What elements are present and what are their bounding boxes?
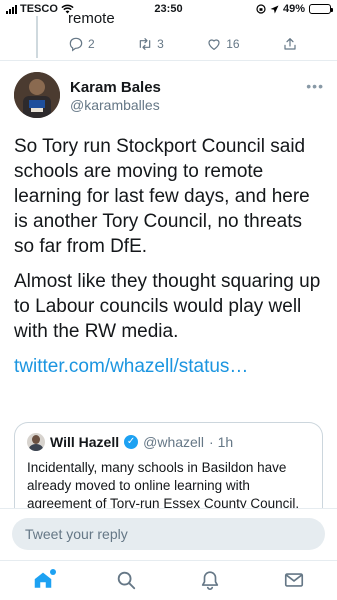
share-button[interactable]: [282, 36, 298, 52]
battery-icon: [309, 4, 333, 14]
quoted-tweet-header: Will Hazell ✓ @whazell · 1h: [27, 433, 233, 451]
thread-line: [36, 16, 38, 58]
retweet-icon: [139, 38, 151, 50]
previous-tweet-text: remote: [68, 10, 115, 27]
quoted-author-handle: @whazell: [143, 434, 205, 450]
reply-bar: Tweet your reply: [0, 508, 337, 560]
like-button[interactable]: 16: [206, 36, 240, 52]
verified-badge-icon: ✓: [124, 435, 139, 449]
previous-tweet[interactable]: remote 2 3 16: [0, 10, 337, 58]
status-right: 49%: [256, 3, 333, 15]
quoted-avatar: [27, 433, 45, 451]
quoted-tweet[interactable]: Will Hazell ✓ @whazell · 1h Incidentally…: [14, 422, 323, 522]
author-handle[interactable]: @karamballes: [70, 97, 160, 113]
unread-dot: [50, 569, 56, 575]
reply-icon: [69, 37, 83, 52]
reply-count: 2: [88, 37, 95, 51]
avatar-image: [14, 72, 60, 118]
search-icon: [117, 571, 136, 590]
heart-icon: [208, 39, 220, 50]
tweet-paragraph: So Tory run Stockport Council said schoo…: [14, 136, 310, 257]
tweet-author: Karam Bales @karamballes •••: [14, 72, 324, 118]
quoted-tweet-text: Incidentally, many schools in Basildon h…: [27, 460, 300, 511]
tab-home[interactable]: [32, 569, 56, 593]
tab-messages[interactable]: [283, 569, 307, 593]
retweet-count: 3: [157, 37, 164, 51]
author-name[interactable]: Karam Bales: [70, 79, 161, 96]
tweet-link[interactable]: twitter.com/whazell/status…: [14, 354, 326, 379]
like-count: 16: [226, 37, 240, 51]
reply-input[interactable]: Tweet your reply: [12, 518, 325, 550]
share-icon: [284, 38, 296, 50]
tweet-body: So Tory run Stockport Council said schoo…: [14, 134, 326, 389]
quoted-author-name: Will Hazell: [50, 434, 120, 450]
tab-notifications[interactable]: [199, 569, 223, 593]
battery-percent: 49%: [282, 3, 305, 15]
location-icon: [270, 5, 279, 13]
retweet-button[interactable]: 3: [137, 36, 164, 52]
quoted-tweet-time: · 1h: [209, 434, 234, 450]
tab-search[interactable]: [115, 569, 139, 593]
mail-icon: [284, 573, 304, 587]
divider: [0, 60, 337, 61]
previous-tweet-actions: 2 3 16: [68, 36, 298, 52]
tab-bar: [0, 560, 337, 600]
bell-icon: [201, 571, 219, 590]
lock-rotation-icon: [256, 4, 266, 14]
more-options-icon[interactable]: •••: [306, 78, 324, 94]
tweet-paragraph: Almost like they thought squaring up to …: [14, 271, 321, 342]
avatar[interactable]: [14, 72, 60, 118]
reply-button[interactable]: 2: [68, 36, 95, 52]
